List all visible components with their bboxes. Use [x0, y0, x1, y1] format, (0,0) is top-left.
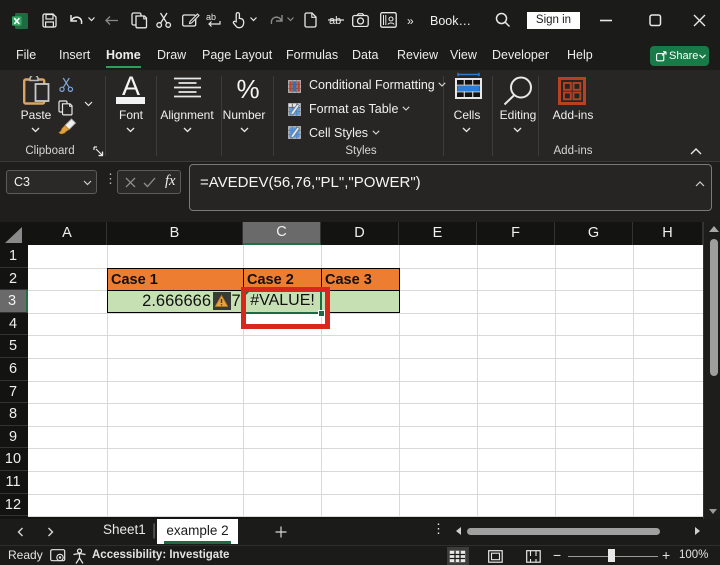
svg-text:ab: ab	[206, 12, 216, 22]
